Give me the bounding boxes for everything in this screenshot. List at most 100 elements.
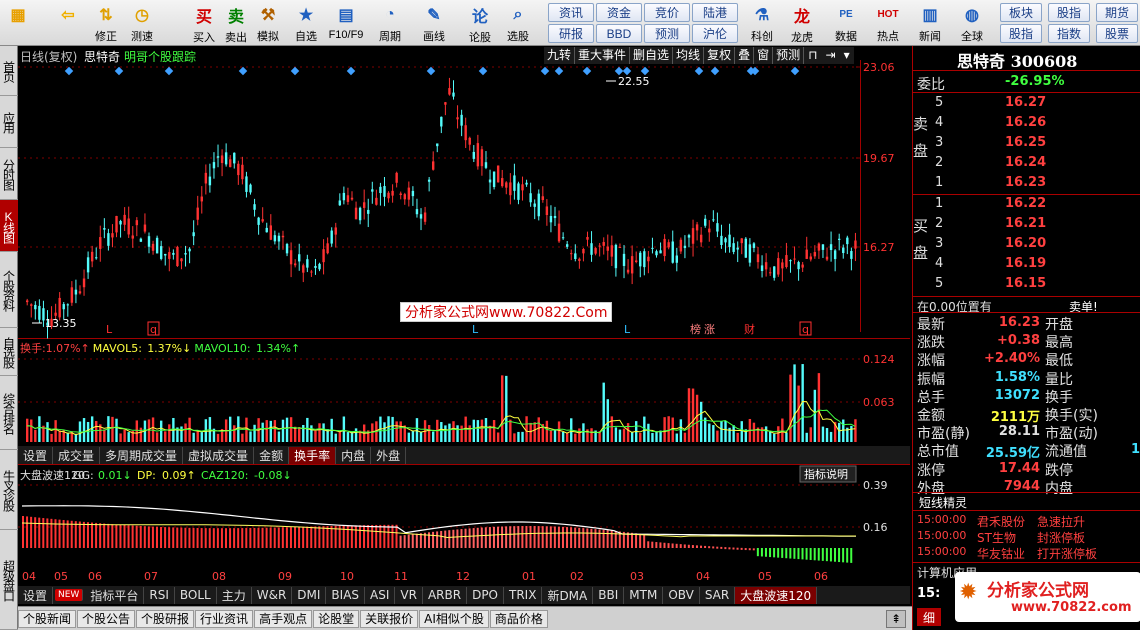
toolbar-pencil-button[interactable]: ✎ 画线	[418, 2, 450, 44]
event-diamond-marker[interactable]	[640, 66, 650, 76]
event-marker[interactable]: 财	[744, 322, 755, 336]
toolbar-back-arrow-button[interactable]: ⇦	[52, 2, 84, 44]
market-link-4[interactable]: 股指	[1000, 24, 1042, 43]
event-diamond-marker[interactable]	[114, 66, 124, 76]
event-diamond-marker[interactable]	[238, 66, 248, 76]
event-diamond-marker[interactable]	[540, 66, 550, 76]
indicator-tab-3[interactable]: 指标平台	[85, 586, 145, 604]
event-diamond-marker[interactable]	[622, 66, 632, 76]
toolbar-dragon-button[interactable]: 龙龙虎	[786, 2, 818, 44]
event-diamond-marker[interactable]	[346, 66, 356, 76]
event-diamond-marker[interactable]	[710, 66, 720, 76]
bid-price[interactable]: 16.19	[1005, 256, 1046, 271]
indicator-tab-4[interactable]: RSI	[144, 586, 175, 604]
volume-tab-5[interactable]: 金额	[254, 446, 290, 464]
toolbar-kechuang-button[interactable]: ⚗ 科创	[746, 2, 778, 44]
quick-link-2[interactable]: 资金	[596, 3, 642, 22]
volume-tab-8[interactable]: 外盘	[371, 446, 407, 464]
ask-price[interactable]: 16.24	[1005, 155, 1046, 170]
indicator-tab-19[interactable]: SAR	[700, 586, 736, 604]
leftnav-item-7[interactable]: 综合排名	[0, 376, 18, 450]
indicator-tab-5[interactable]: BOLL	[175, 586, 217, 604]
info-tab-2[interactable]: 个股公告	[77, 609, 136, 628]
bid-price[interactable]: 16.15	[1005, 276, 1046, 291]
bid-price[interactable]: 16.21	[1005, 216, 1046, 231]
event-diamond-marker[interactable]	[478, 66, 488, 76]
toolbar-f10-button[interactable]: ▤ F10/F9	[329, 2, 364, 44]
chart-menu-item-3[interactable]: 删自选	[630, 47, 674, 64]
event-marker[interactable]: q	[802, 323, 809, 336]
indicator-tab-11[interactable]: VR	[395, 586, 423, 604]
event-diamond-marker[interactable]	[790, 66, 800, 76]
toolbar-news-button[interactable]: ▥ 新闻	[914, 2, 946, 44]
elf-stock[interactable]: 华友钴业	[977, 545, 1025, 562]
info-tab-8[interactable]: AI相似个股	[419, 609, 489, 628]
event-diamond-marker[interactable]	[582, 66, 592, 76]
leftnav-item-4[interactable]: K线图	[0, 200, 18, 252]
indicator-explain-button[interactable]: 指标说明	[799, 465, 857, 483]
event-diamond-marker[interactable]	[614, 66, 624, 76]
toolbar-stopwatch-button[interactable]: ◷ 测速	[126, 2, 158, 44]
indicator-tab-2[interactable]: NEW	[55, 589, 84, 601]
market-link-2[interactable]: 股指	[1048, 3, 1090, 22]
leftnav-item-3[interactable]: 分时图	[0, 148, 18, 200]
event-marker[interactable]: L	[472, 323, 479, 336]
info-tab-3[interactable]: 个股研报	[136, 609, 195, 628]
indicator-tab-17[interactable]: MTM	[624, 586, 664, 604]
event-diamond-marker[interactable]	[164, 66, 174, 76]
toolbar-hot-button[interactable]: HOT 热点	[872, 2, 904, 44]
market-link-6[interactable]: 股票	[1096, 24, 1138, 43]
event-diamond-marker[interactable]	[426, 66, 436, 76]
lock-icon[interactable]: ⊓	[804, 47, 821, 64]
toolbar-star-button[interactable]: ★ 自选	[290, 2, 322, 44]
scroll-up-icon[interactable]: ⇞	[886, 609, 906, 628]
volume-tab-6[interactable]: 换手率	[289, 446, 337, 464]
market-link-3[interactable]: 期货	[1096, 3, 1138, 22]
chart-menu-item-1[interactable]: 九转	[544, 47, 576, 64]
info-tab-9[interactable]: 商品价格	[489, 609, 548, 628]
event-diamond-marker[interactable]	[64, 66, 74, 76]
toolbar-grid-button[interactable]: ▦	[2, 2, 34, 44]
market-link-5[interactable]: 指数	[1048, 24, 1090, 43]
elf-stock[interactable]: ST生物	[977, 529, 1016, 546]
indicator-tab-20[interactable]: 大盘波速120	[735, 586, 818, 604]
bid-price[interactable]: 16.20	[1005, 236, 1046, 251]
ask-price[interactable]: 16.26	[1005, 115, 1046, 130]
indicator-tab-1[interactable]: 设置	[18, 586, 54, 604]
volume-tab-1[interactable]: 设置	[18, 446, 54, 464]
detail-button[interactable]: 细	[917, 608, 941, 626]
event-marker[interactable]: 榜	[690, 322, 701, 336]
toolbar-hammer-button[interactable]: ⚒ 模拟	[252, 2, 284, 44]
ask-price[interactable]: 16.25	[1005, 135, 1046, 150]
event-marker[interactable]: L	[624, 323, 631, 336]
indicator-tab-15[interactable]: 新DMA	[542, 586, 594, 604]
info-tab-6[interactable]: 论股堂	[313, 609, 360, 628]
toolbar-updown-arrows-button[interactable]: ⇅ 修正	[90, 2, 122, 44]
follow-label[interactable]: 明哥个股跟踪	[124, 48, 196, 65]
chart-menu-item-5[interactable]: 复权	[704, 47, 736, 64]
toolbar-globe-button[interactable]: ◍ 全球	[956, 2, 988, 44]
event-marker[interactable]: q	[150, 323, 157, 336]
chart-menu-item-8[interactable]: 预测	[773, 47, 805, 64]
toolbar-clock-button[interactable]: ◔ 周期	[374, 2, 406, 44]
chart-menu-item-2[interactable]: 重大事件	[575, 47, 631, 64]
indicator-tab-18[interactable]: OBV	[663, 586, 700, 604]
volume-tab-3[interactable]: 多周期成交量	[100, 446, 184, 464]
chart-menu-item-4[interactable]: 均线	[673, 47, 705, 64]
indicator-tab-9[interactable]: BIAS	[326, 586, 366, 604]
volume-tab-2[interactable]: 成交量	[53, 446, 101, 464]
toolbar-chat-button[interactable]: 论论股	[464, 2, 496, 44]
quick-link-3[interactable]: 竞价	[644, 3, 690, 22]
quick-link-1[interactable]: 资讯	[548, 3, 594, 22]
toolbar-pe-button[interactable]: PE 数据	[830, 2, 862, 44]
info-tab-1[interactable]: 个股新闻	[18, 609, 77, 628]
indicator-tab-12[interactable]: ARBR	[423, 586, 468, 604]
event-marker[interactable]: L	[106, 323, 113, 336]
quick-link-8[interactable]: 沪伦	[692, 24, 738, 43]
leftnav-item-2[interactable]: 应用	[0, 96, 18, 148]
event-diamond-marker[interactable]	[694, 66, 704, 76]
leftnav-item-9[interactable]: 超级盘口	[0, 530, 18, 630]
indicator-tab-14[interactable]: TRIX	[504, 586, 543, 604]
expand-icon[interactable]: ⇥	[822, 47, 840, 64]
info-tab-4[interactable]: 行业资讯	[195, 609, 254, 628]
